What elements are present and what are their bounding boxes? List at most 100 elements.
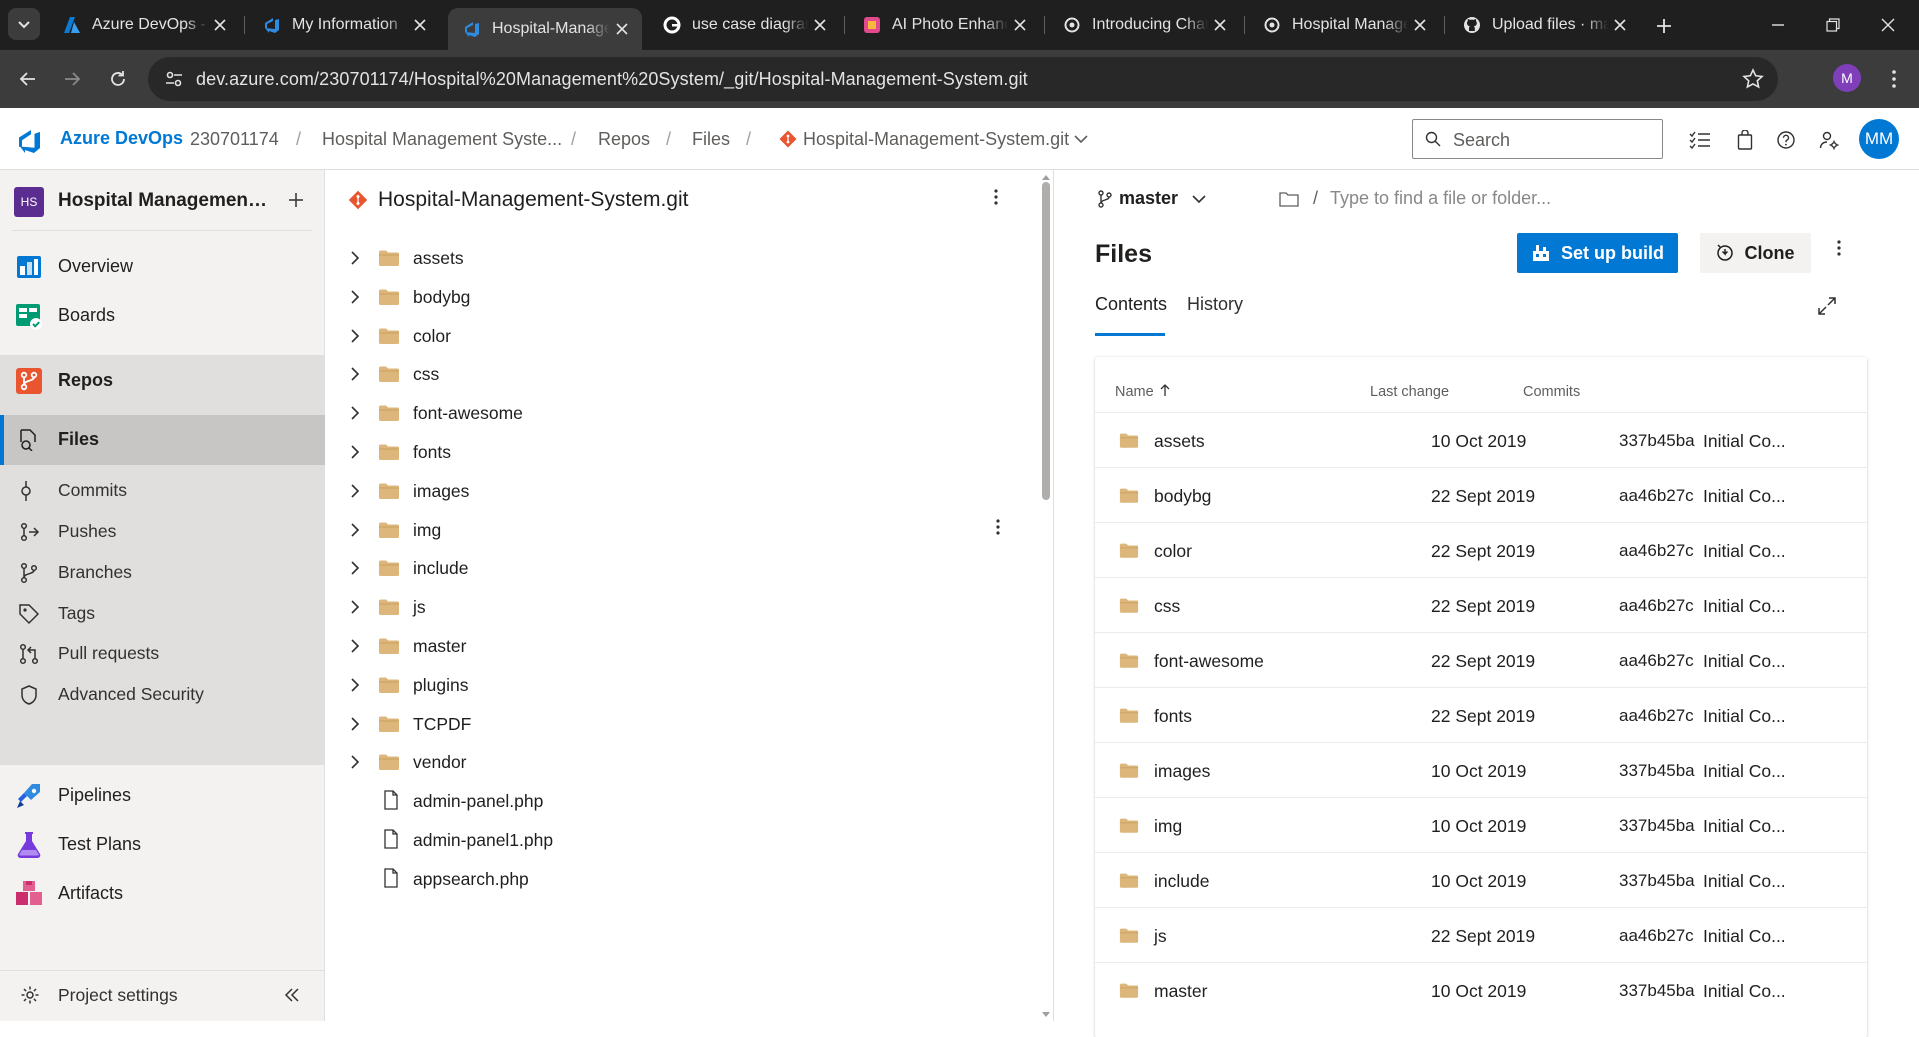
nav-test-plans[interactable]: Test Plans [0,819,325,869]
row-name[interactable]: master [1154,981,1207,1002]
close-icon[interactable] [408,13,432,37]
nav-advanced-security[interactable]: Advanced Security [0,669,325,719]
table-row[interactable]: images 10 Oct 2019 337b45ba Initial Co... [1095,742,1867,797]
row-name[interactable]: assets [1154,431,1205,452]
chevron-down-icon[interactable] [1074,134,1088,144]
row-commit-id[interactable]: aa46b27c [1619,541,1694,561]
close-icon[interactable] [1408,13,1432,37]
chevron-right-icon[interactable] [350,250,360,266]
table-row[interactable]: master 10 Oct 2019 337b45ba Initial Co... [1095,962,1867,1017]
chevron-right-icon[interactable] [350,366,360,382]
chevron-right-icon[interactable] [350,560,360,576]
row-commit-id[interactable]: aa46b27c [1619,651,1694,671]
reload-button[interactable] [102,63,134,95]
url-text[interactable]: dev.azure.com/230701174/Hospital%20Manag… [196,69,1028,90]
project-name[interactable]: Hospital Management ... [58,190,268,212]
chevron-right-icon[interactable] [350,754,360,770]
clone-button[interactable]: Clone [1700,233,1811,273]
browser-tab[interactable]: use case diagram [648,8,840,42]
column-header-commits[interactable]: Commits [1523,384,1580,400]
browser-tab[interactable]: Azure DevOps - I [48,8,240,42]
site-info-icon[interactable] [164,69,184,89]
close-icon[interactable] [1008,13,1032,37]
row-commit-id[interactable]: 337b45ba [1619,981,1695,1001]
browser-tab-active[interactable]: Hospital-Manage [448,8,642,50]
chevron-right-icon[interactable] [350,444,360,460]
browser-tab[interactable]: AI Photo Enhance [848,8,1040,42]
table-row[interactable]: assets 10 Oct 2019 337b45ba Initial Co... [1095,412,1867,467]
close-icon[interactable] [1208,13,1232,37]
nav-repos[interactable]: Repos [0,355,325,405]
row-name[interactable]: css [1154,596,1180,617]
column-header-last-change[interactable]: Last change [1370,384,1449,400]
chevron-right-icon[interactable] [350,522,360,538]
expand-icon[interactable] [1818,297,1836,315]
breadcrumb-repos[interactable]: Repos [598,129,650,150]
set-up-build-button[interactable]: Set up build [1517,233,1678,273]
more-options-icon[interactable] [996,519,1000,535]
shopping-bag-icon[interactable] [1732,127,1758,153]
more-options-icon[interactable] [1837,240,1841,256]
row-name[interactable]: font-awesome [1154,651,1264,672]
azure-devops-logo-icon[interactable] [16,128,42,154]
tab-contents[interactable]: Contents [1095,294,1167,315]
table-row[interactable]: color 22 Sept 2019 aa46b27c Initial Co... [1095,522,1867,577]
table-row[interactable]: fonts 22 Sept 2019 aa46b27c Initial Co... [1095,687,1867,742]
breadcrumb-files[interactable]: Files [692,129,730,150]
user-avatar[interactable]: MM [1859,119,1899,159]
branch-selector[interactable]: master [1097,188,1206,209]
chevron-right-icon[interactable] [350,483,360,499]
breadcrumb-organization[interactable]: 230701174 [190,129,279,150]
user-settings-icon[interactable] [1816,127,1842,153]
tab-history[interactable]: History [1187,294,1243,315]
table-row[interactable]: include 10 Oct 2019 337b45ba Initial Co... [1095,852,1867,907]
project-header[interactable]: HS Hospital Management ... [0,170,325,230]
project-settings-link[interactable]: Project settings [58,985,178,1006]
chevron-right-icon[interactable] [350,328,360,344]
close-icon[interactable] [208,13,232,37]
breadcrumb-repository[interactable]: Hospital-Management-System.git [803,129,1069,150]
chevron-right-icon[interactable] [350,599,360,615]
path-input-placeholder[interactable]: Type to find a file or folder... [1330,188,1551,209]
collapse-nav-icon[interactable] [284,987,300,1003]
row-commit-id[interactable]: 337b45ba [1619,816,1695,836]
tab-search-button[interactable] [8,8,40,40]
omnibox[interactable]: dev.azure.com/230701174/Hospital%20Manag… [148,57,1778,101]
search-input[interactable]: Search [1412,119,1663,159]
tree-scrollbar-thumb[interactable] [1042,182,1050,500]
row-commit-id[interactable]: aa46b27c [1619,486,1694,506]
browser-menu-icon[interactable] [1880,63,1908,95]
restore-button[interactable] [1813,10,1853,40]
row-name[interactable]: include [1154,871,1209,892]
path-finder[interactable]: / Type to find a file or folder... [1279,188,1551,209]
nav-artifacts[interactable]: Artifacts [0,868,325,918]
close-icon[interactable] [808,13,832,37]
row-name[interactable]: js [1154,926,1167,947]
forward-button[interactable] [56,63,88,95]
close-window-button[interactable] [1868,10,1908,40]
bookmark-star-icon[interactable] [1742,68,1764,90]
chevron-right-icon[interactable] [350,716,360,732]
table-row[interactable]: bodybg 22 Sept 2019 aa46b27c Initial Co... [1095,467,1867,522]
chevron-right-icon[interactable] [350,405,360,421]
nav-pipelines[interactable]: Pipelines [0,770,325,820]
table-row[interactable]: css 22 Sept 2019 aa46b27c Initial Co... [1095,577,1867,632]
chevron-right-icon[interactable] [350,289,360,305]
back-button[interactable] [12,63,44,95]
row-name[interactable]: fonts [1154,706,1192,727]
chevron-right-icon[interactable] [350,638,360,654]
browser-tab[interactable]: Introducing Chat [1048,8,1240,42]
row-name[interactable]: color [1154,541,1192,562]
browser-profile-avatar[interactable]: M [1833,64,1861,92]
more-options-icon[interactable] [994,189,1014,213]
minimize-button[interactable] [1758,10,1798,40]
task-list-icon[interactable] [1687,127,1713,153]
row-commit-id[interactable]: aa46b27c [1619,706,1694,726]
scroll-up-icon[interactable] [1042,174,1050,180]
brand-link[interactable]: Azure DevOps [60,128,183,149]
close-icon[interactable] [1608,13,1632,37]
row-commit-id[interactable]: 337b45ba [1619,761,1695,781]
row-commit-id[interactable]: 337b45ba [1619,431,1695,451]
row-commit-id[interactable]: 337b45ba [1619,871,1695,891]
scroll-down-icon[interactable] [1042,1012,1050,1018]
